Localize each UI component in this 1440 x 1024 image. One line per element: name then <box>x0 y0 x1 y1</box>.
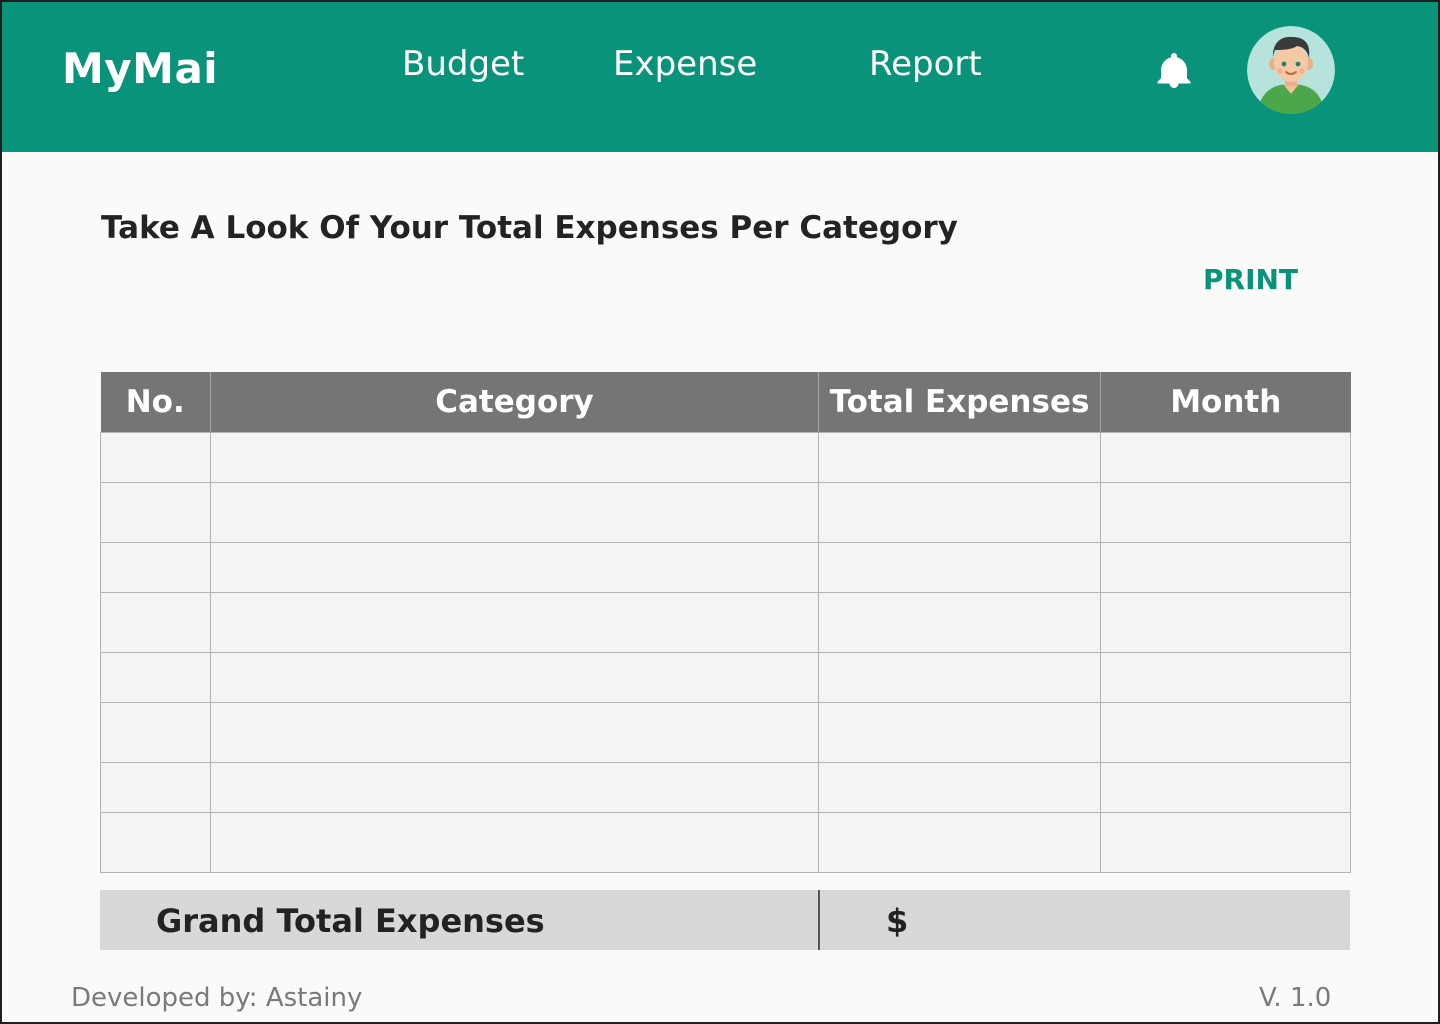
cell-no <box>100 702 211 763</box>
cell-month <box>1100 812 1351 873</box>
cell-month <box>1100 702 1351 763</box>
print-button[interactable]: PRINT <box>1203 263 1298 296</box>
cell-month <box>1100 652 1351 703</box>
cell-month <box>1100 432 1351 483</box>
nav-budget-link[interactable]: Budget <box>402 44 524 84</box>
cell-no <box>100 762 211 813</box>
cell-total-expenses <box>818 542 1101 593</box>
column-header-month[interactable]: Month <box>1100 372 1351 433</box>
cell-category <box>210 812 819 873</box>
cell-no <box>100 592 211 653</box>
table-row <box>100 702 1351 763</box>
table-row <box>100 812 1351 873</box>
developer-credit: Developed by: Astainy <box>71 983 363 1013</box>
expenses-table-container: No. Category Total Expenses Month <box>100 372 1351 873</box>
page-title: Take A Look Of Your Total Expenses Per C… <box>101 210 958 246</box>
cell-no <box>100 652 211 703</box>
cell-category <box>210 652 819 703</box>
app-version: V. 1.0 <box>1259 983 1332 1013</box>
column-header-category[interactable]: Category <box>210 372 819 433</box>
cell-month <box>1100 542 1351 593</box>
cell-category <box>210 432 819 483</box>
expenses-table: No. Category Total Expenses Month <box>100 372 1351 873</box>
cell-no <box>100 542 211 593</box>
cell-no <box>100 432 211 483</box>
bell-icon[interactable] <box>1154 50 1194 90</box>
table-row <box>100 482 1351 543</box>
cell-total-expenses <box>818 762 1101 813</box>
table-header-row: No. Category Total Expenses Month <box>100 372 1351 433</box>
top-navbar: MyMai Budget Expense Report <box>0 0 1440 152</box>
cell-category <box>210 542 819 593</box>
cell-month <box>1100 762 1351 813</box>
cell-category <box>210 762 819 813</box>
cell-category <box>210 702 819 763</box>
column-header-no[interactable]: No. <box>100 372 211 433</box>
table-row <box>100 652 1351 703</box>
cell-total-expenses <box>818 592 1101 653</box>
user-avatar[interactable] <box>1247 26 1335 114</box>
app-logo[interactable]: MyMai <box>62 44 218 93</box>
column-header-total-expenses[interactable]: Total Expenses <box>818 372 1101 433</box>
cell-category <box>210 592 819 653</box>
cell-total-expenses <box>818 812 1101 873</box>
cell-total-expenses <box>818 652 1101 703</box>
cell-no <box>100 482 211 543</box>
cell-no <box>100 812 211 873</box>
table-row <box>100 592 1351 653</box>
table-row <box>100 762 1351 813</box>
cell-month <box>1100 482 1351 543</box>
nav-expense-link[interactable]: Expense <box>613 44 757 84</box>
cell-total-expenses <box>818 702 1101 763</box>
cell-month <box>1100 592 1351 653</box>
cell-category <box>210 482 819 543</box>
grand-total-value: $ <box>886 902 909 940</box>
grand-total-label: Grand Total Expenses <box>156 902 545 940</box>
table-row <box>100 432 1351 483</box>
cell-total-expenses <box>818 432 1101 483</box>
table-row <box>100 542 1351 593</box>
grand-total-bar: Grand Total Expenses $ <box>100 890 1350 950</box>
grand-total-divider <box>818 890 820 950</box>
cell-total-expenses <box>818 482 1101 543</box>
nav-report-link[interactable]: Report <box>869 44 982 84</box>
